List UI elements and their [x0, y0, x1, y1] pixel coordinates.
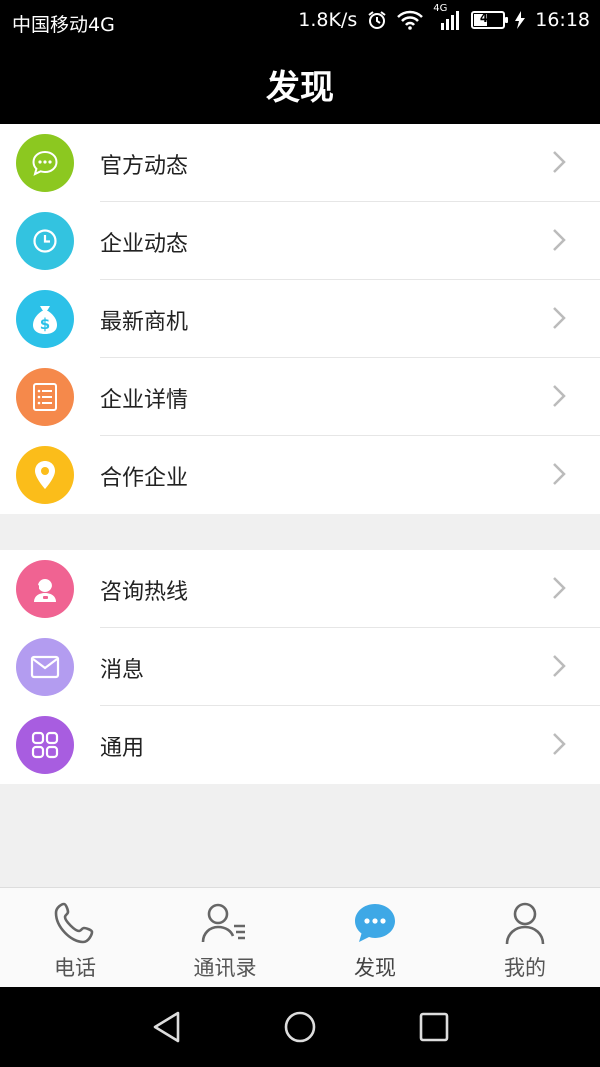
- menu-item-business-opportunities[interactable]: $ 最新商机: [0, 280, 600, 358]
- chevron-right-icon: [553, 307, 566, 329]
- tab-label: 发现: [354, 956, 396, 980]
- battery-level: 41: [479, 11, 497, 25]
- clock-icon: [16, 212, 74, 270]
- clock-time: 16:18: [535, 9, 590, 31]
- tab-label: 通讯录: [193, 956, 257, 980]
- network-speed: 1.8K/s: [298, 9, 358, 31]
- menu-item-label: 最新商机: [100, 310, 189, 335]
- chevron-right-icon: [553, 229, 566, 251]
- svg-text:$: $: [40, 315, 50, 333]
- customer-service-icon: [16, 560, 74, 618]
- chevron-right-icon: [553, 463, 566, 485]
- grid-icon: [16, 716, 74, 774]
- back-icon[interactable]: [150, 1009, 184, 1045]
- menu-item-label: 通用: [100, 736, 145, 761]
- menu-item-label: 消息: [100, 658, 145, 683]
- menu-item-official-news[interactable]: 官方动态: [0, 124, 600, 202]
- chevron-right-icon: [553, 655, 566, 677]
- tab-label: 我的: [504, 956, 546, 980]
- page-title: 发现: [266, 68, 334, 108]
- app-header: 发现: [0, 44, 600, 124]
- menu-item-hotline[interactable]: 咨询热线: [0, 550, 600, 628]
- home-icon[interactable]: [282, 1009, 318, 1045]
- tab-label: 电话: [54, 956, 96, 980]
- carrier-label: 中国移动4G: [12, 14, 115, 36]
- battery-icon: 41: [471, 11, 509, 29]
- menu-item-label: 官方动态: [100, 154, 189, 179]
- menu-item-label: 咨询热线: [100, 580, 189, 605]
- system-nav-bar: [0, 987, 600, 1067]
- recent-apps-icon[interactable]: [418, 1009, 450, 1045]
- discover-chat-icon: [355, 904, 395, 942]
- profile-icon: [505, 902, 545, 945]
- chat-bubble-icon: [16, 134, 74, 192]
- charging-icon: [515, 11, 526, 29]
- chevron-right-icon: [553, 151, 566, 173]
- menu-item-label: 企业动态: [100, 232, 189, 257]
- signal-icon: 4G: [433, 3, 461, 31]
- chevron-right-icon: [553, 385, 566, 407]
- menu-item-label: 企业详情: [100, 388, 189, 413]
- money-bag-icon: $: [16, 290, 74, 348]
- phone-icon: [54, 902, 94, 944]
- menu-item-company-news[interactable]: 企业动态: [0, 202, 600, 280]
- document-list-icon: [16, 368, 74, 426]
- chevron-right-icon: [553, 733, 566, 755]
- status-bar: 中国移动4G 1.8K/s 4G 41 16:18: [0, 0, 600, 44]
- bottom-tab-bar: 电话 通讯录 发现 我的: [0, 887, 600, 988]
- tab-phone[interactable]: 电话: [0, 888, 150, 988]
- chevron-right-icon: [553, 577, 566, 599]
- menu-group-1: 官方动态 企业动态 $ 最新商机 企业详情 合作企业: [0, 124, 600, 514]
- tab-profile[interactable]: 我的: [450, 888, 600, 988]
- location-pin-icon: [16, 446, 74, 504]
- menu-item-messages[interactable]: 消息: [0, 628, 600, 706]
- contacts-icon: [201, 903, 245, 943]
- menu-item-company-details[interactable]: 企业详情: [0, 358, 600, 436]
- alarm-icon: [368, 11, 386, 29]
- envelope-icon: [16, 638, 74, 696]
- tab-discover[interactable]: 发现: [300, 888, 450, 988]
- menu-item-general[interactable]: 通用: [0, 706, 600, 784]
- menu-group-2: 咨询热线 消息 通用: [0, 550, 600, 784]
- menu-item-label: 合作企业: [100, 466, 189, 491]
- menu-item-partner-companies[interactable]: 合作企业: [0, 436, 600, 514]
- wifi-icon: [397, 10, 424, 30]
- tab-contacts[interactable]: 通讯录: [150, 888, 300, 988]
